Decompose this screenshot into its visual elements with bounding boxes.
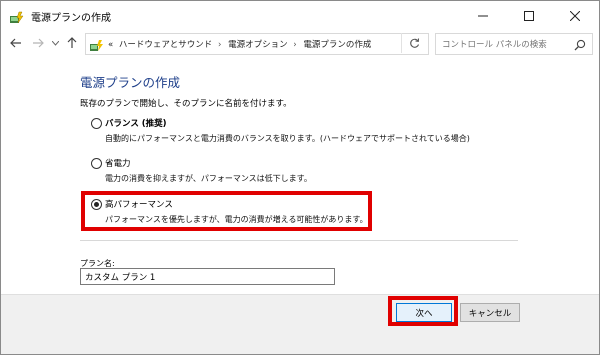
option-balanced-description: 自動的にパフォーマンスと電力消費のバランスを取ります。(ハードウェアでサポートさ… <box>105 134 470 143</box>
search-icon[interactable] <box>573 37 587 51</box>
create-power-plan-window: 電源プランの作成 « ハードウェアとサウンド › 電源オプション › 電源プラン… <box>0 0 600 355</box>
breadcrumb-separator[interactable]: › <box>293 40 296 50</box>
refresh-icon <box>409 37 419 48</box>
cancel-button[interactable]: キャンセル <box>460 303 520 322</box>
breadcrumb-separator[interactable]: › <box>218 40 221 50</box>
maximize-icon <box>524 11 534 21</box>
highlight-box <box>81 191 372 231</box>
option-power-saver-description: 電力の消費を抑えますが、パフォーマンスは低下します。 <box>105 174 312 183</box>
radio-power-saver[interactable] <box>91 158 102 169</box>
maximize-button[interactable] <box>507 1 551 31</box>
forward-button[interactable] <box>29 34 47 52</box>
recent-locations-button[interactable] <box>49 34 61 52</box>
radio-balanced[interactable] <box>91 118 102 129</box>
breadcrumb-hardware-sound[interactable]: ハードウェアとサウンド <box>119 40 212 50</box>
intro-text: 既存のプランで開始し、そのプランに名前を付けます。 <box>80 99 292 109</box>
option-balanced-label[interactable]: バランス (推奨) <box>105 117 167 129</box>
page-title: 電源プランの作成 <box>80 75 181 90</box>
option-high-performance-label[interactable]: 高パフォーマンス <box>105 198 173 210</box>
breadcrumb: « ハードウェアとサウンド › 電源オプション › 電源プランの作成 <box>108 38 374 50</box>
radio-high-performance[interactable] <box>91 199 102 210</box>
address-bar[interactable]: « ハードウェアとサウンド › 電源オプション › 電源プランの作成 <box>85 33 483 55</box>
button-bar: 次へ キャンセル <box>1 294 599 354</box>
breadcrumb-create-plan[interactable]: 電源プランの作成 <box>303 40 371 50</box>
search-input[interactable] <box>440 36 570 53</box>
arrow-left-icon <box>10 38 21 48</box>
divider <box>80 240 518 241</box>
title-bar: 電源プランの作成 <box>1 1 599 31</box>
arrow-right-icon <box>33 38 44 48</box>
plan-name-input[interactable] <box>80 268 335 285</box>
navigation-bar: « ハードウェアとサウンド › 電源オプション › 電源プランの作成 <box>1 31 599 57</box>
main-content: 電源プランの作成 既存のプランで開始し、そのプランに名前を付けます。 バランス … <box>1 57 599 354</box>
minimize-button[interactable] <box>461 1 505 31</box>
window-title: 電源プランの作成 <box>31 13 111 24</box>
minimize-icon <box>478 15 488 17</box>
breadcrumb-power-options[interactable]: 電源オプション <box>228 40 288 50</box>
back-button[interactable] <box>7 34 25 52</box>
option-high-performance-description: パフォーマンスを優先しますが、電力の消費が増える可能性があります。 <box>105 215 368 224</box>
up-button[interactable] <box>63 34 81 52</box>
option-power-saver-label[interactable]: 省電力 <box>105 157 131 169</box>
control-panel-icon <box>90 37 104 51</box>
refresh-button[interactable] <box>401 33 426 53</box>
arrow-up-icon <box>67 37 77 48</box>
breadcrumb-overflow[interactable]: « <box>108 40 113 50</box>
next-button[interactable]: 次へ <box>396 303 452 322</box>
close-icon <box>570 11 580 21</box>
close-button[interactable] <box>553 1 597 31</box>
chevron-down-icon <box>51 40 59 46</box>
search-box[interactable] <box>435 33 593 55</box>
power-options-icon <box>9 9 25 24</box>
